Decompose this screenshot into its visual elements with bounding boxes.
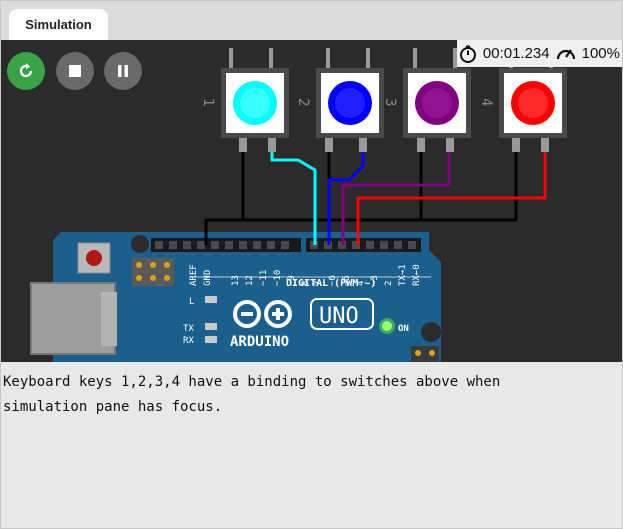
speedometer-icon xyxy=(556,48,575,59)
pushbutton-2[interactable]: 2 xyxy=(295,48,384,152)
console-line: Keyboard keys 1,2,3,4 have a binding to … xyxy=(3,374,501,390)
led-tx-label: TX xyxy=(183,324,194,334)
stop-icon xyxy=(69,65,81,77)
button-label-4: 4 xyxy=(478,98,494,106)
stop-button[interactable] xyxy=(56,52,94,90)
tab-simulation[interactable]: Simulation xyxy=(9,9,108,40)
pin-label: ~11 xyxy=(259,270,269,286)
pushbutton-1[interactable]: 1 xyxy=(200,48,289,152)
sim-speed: 100% xyxy=(581,45,620,62)
circuit-canvas: AREF GND 13 12 ~11 ~10 ~9 8 7 ~6 ~5 4 ~3… xyxy=(30,48,567,362)
arduino-board: AREF GND 13 12 ~11 ~10 ~9 8 7 ~6 ~5 4 ~3… xyxy=(30,232,441,362)
restart-icon xyxy=(19,63,33,78)
pin-label: GND xyxy=(203,270,213,286)
button-label-2: 2 xyxy=(295,98,311,106)
button-label-3: 3 xyxy=(382,98,398,106)
pin-label: AREF xyxy=(189,264,199,286)
pin-label: ~10 xyxy=(273,270,283,286)
serial-console[interactable]: Keyboard keys 1,2,3,4 have a binding to … xyxy=(1,362,622,528)
header-right xyxy=(306,238,421,252)
pin-label: TX→1 xyxy=(398,264,408,286)
uno-label: UNO xyxy=(319,304,359,329)
digital-pwm-label: DIGITAL (PWM ~) xyxy=(286,278,376,289)
button-label-1: 1 xyxy=(200,98,216,106)
simulator-window: Simulation AREF GND 13 12 ~11 ~10 ~9 8 7… xyxy=(0,0,623,529)
on-label: ON xyxy=(398,324,409,334)
elapsed-time: 00:01.234 xyxy=(482,45,550,62)
pin-label: 2 xyxy=(384,281,394,286)
pause-button[interactable] xyxy=(104,52,142,90)
led-rx-label: RX xyxy=(183,336,194,346)
wires xyxy=(204,150,547,245)
sim-stats: 00:01.234 100% xyxy=(456,40,622,67)
stopwatch-icon xyxy=(459,45,476,63)
simulation-pane[interactable]: AREF GND 13 12 ~11 ~10 ~9 8 7 ~6 ~5 4 ~3… xyxy=(1,40,622,362)
restart-button[interactable] xyxy=(7,52,45,90)
pause-icon xyxy=(118,65,128,77)
console-line: simulation pane has focus. xyxy=(3,399,223,415)
tab-bar: Simulation xyxy=(1,1,622,40)
led-l-label: L xyxy=(189,297,194,307)
arduino-wordmark: ARDUINO xyxy=(230,334,289,350)
pin-label: RX←0 xyxy=(412,264,422,286)
